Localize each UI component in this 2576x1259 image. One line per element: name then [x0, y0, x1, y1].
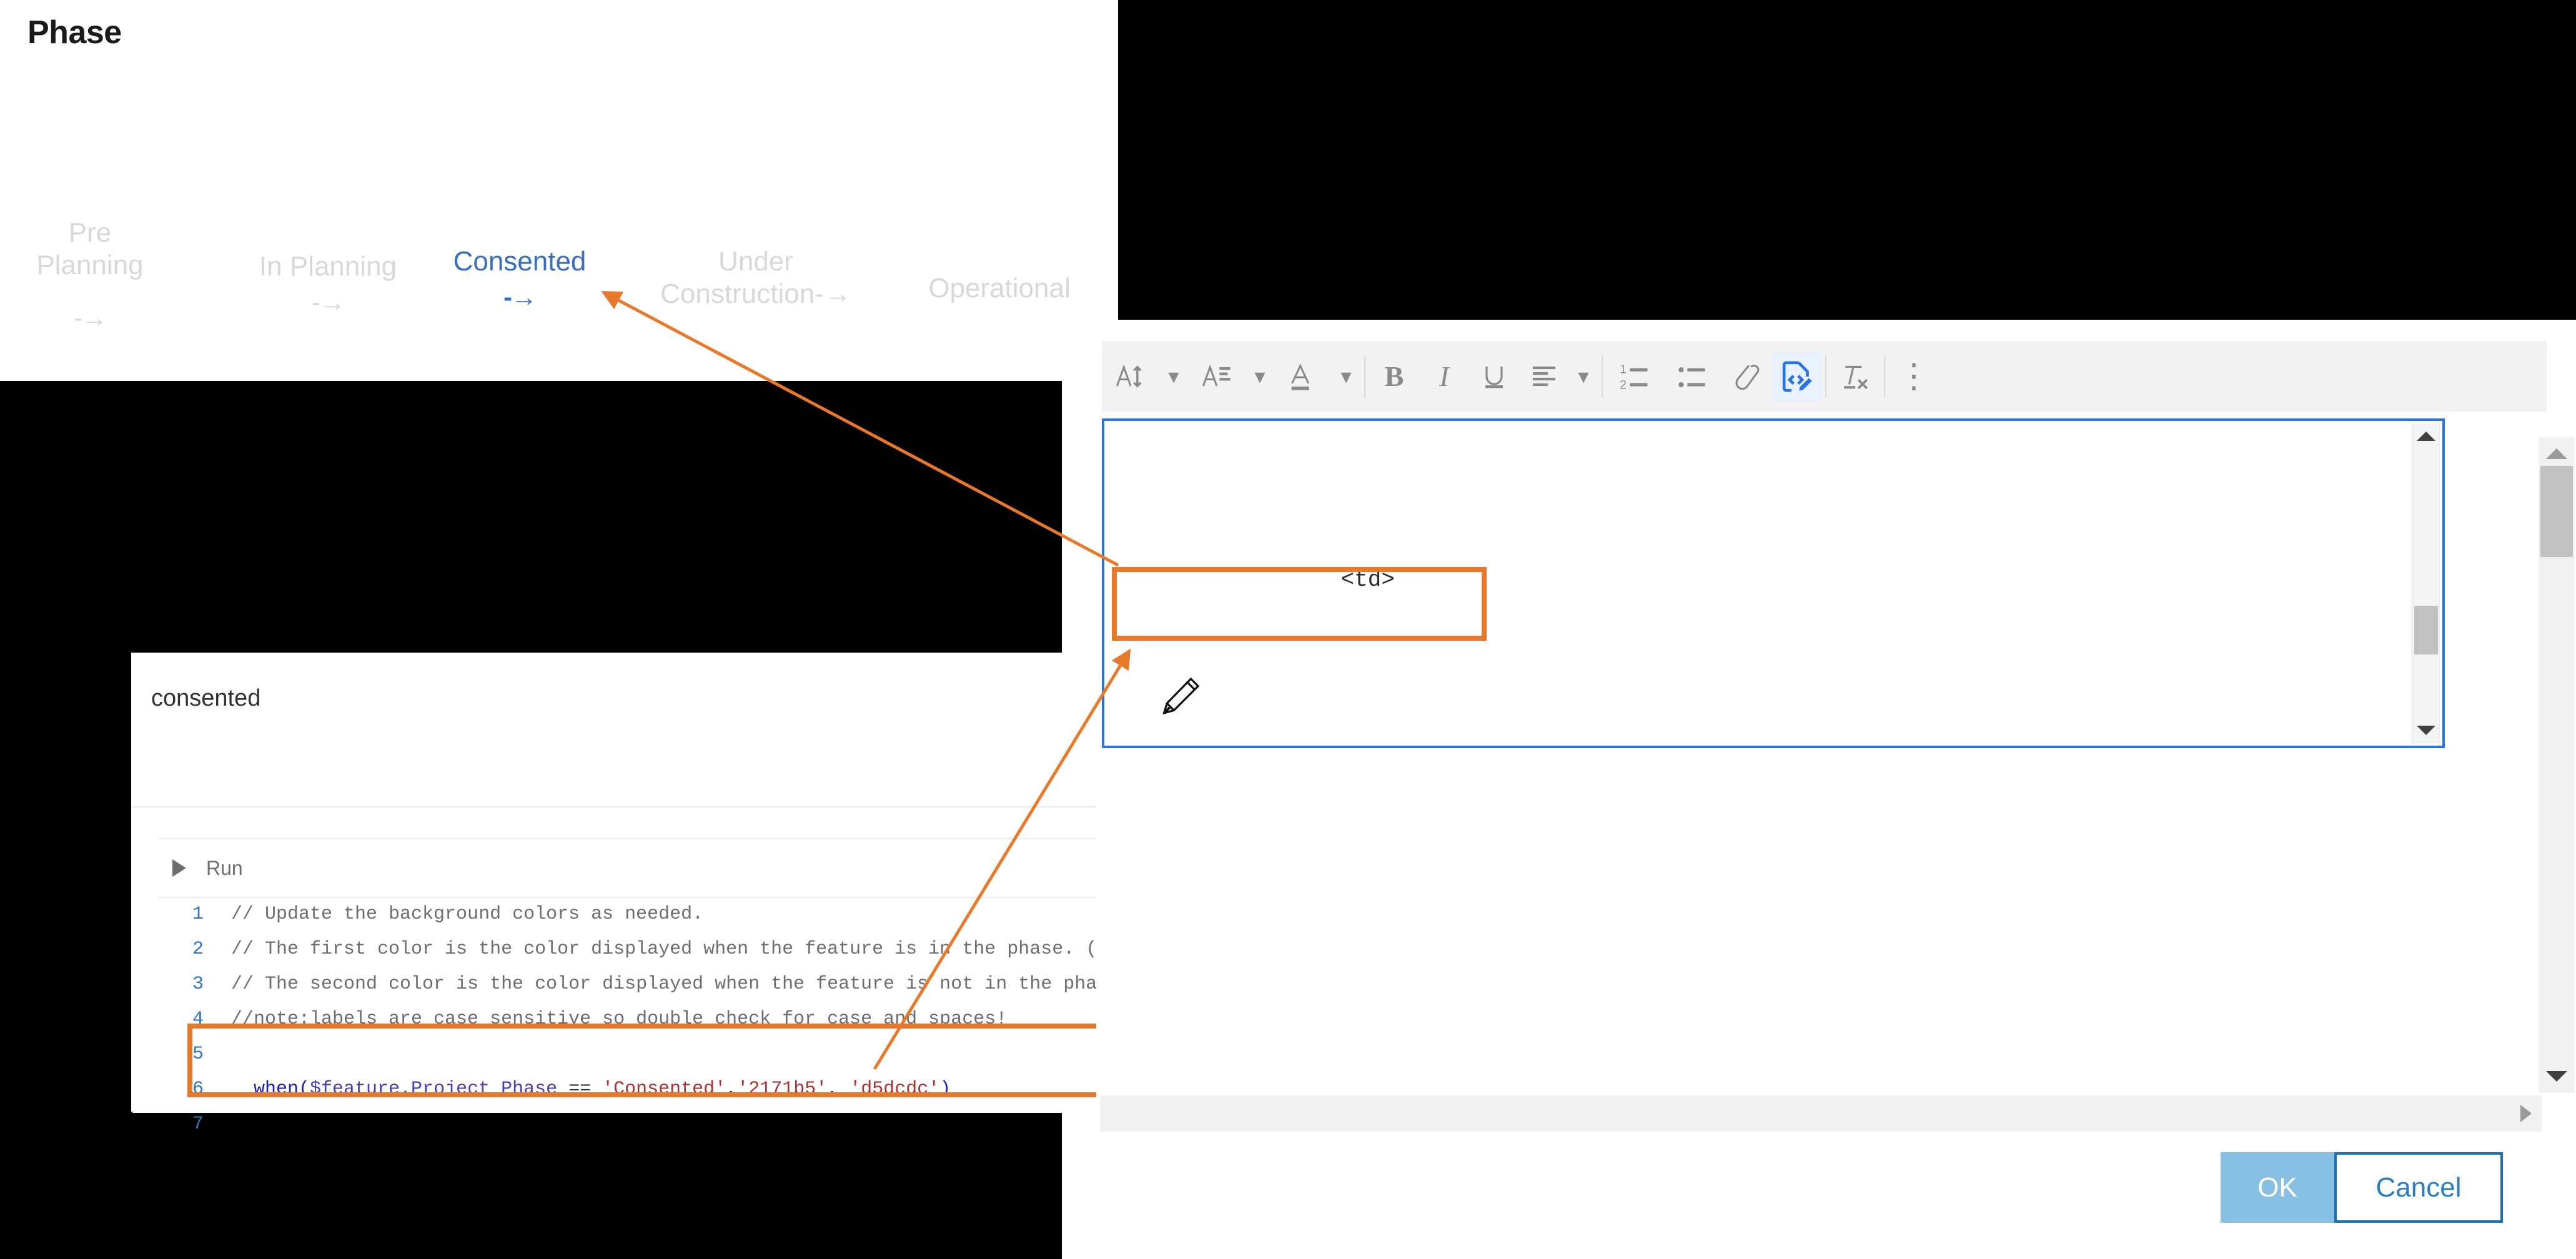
- scrollbar-thumb[interactable]: [2540, 466, 2573, 557]
- toolbar-divider: [1602, 355, 1603, 397]
- token-property: $feature.Project_Phase: [310, 1079, 558, 1100]
- scroll-down-arrow-icon[interactable]: [2546, 1071, 2567, 1082]
- token-comma-1: ,: [726, 1079, 738, 1100]
- ok-button[interactable]: OK: [2221, 1152, 2334, 1223]
- svg-text:1: 1: [1620, 362, 1627, 376]
- scrollbar-thumb[interactable]: [2414, 606, 2438, 654]
- chevron-down-icon[interactable]: ▾: [1159, 352, 1188, 402]
- code-text: //note:labels are case sensitive so doub…: [231, 1009, 1008, 1030]
- toolbar-group-more: ⋮: [1889, 341, 1939, 412]
- phase-item-operational[interactable]: Operational: [899, 240, 1099, 305]
- toolbar-group-insert: 1 2: [1607, 341, 1821, 412]
- insert-link-icon[interactable]: [1721, 352, 1771, 402]
- scroll-up-arrow-icon[interactable]: [2546, 448, 2567, 459]
- run-button-label[interactable]: Run: [206, 857, 243, 880]
- phase-arrow-icon: -→: [312, 287, 345, 317]
- source-line: <span style="color:#: [1104, 733, 2442, 746]
- expression-name-label: consented: [151, 685, 261, 711]
- code-text: // The first color is the color displaye…: [231, 939, 1154, 960]
- bullet-list-icon[interactable]: [1664, 352, 1721, 402]
- token-string-1: 'Consented': [602, 1079, 726, 1100]
- rich-text-toolbar: ▾ ▾ ▾ B I ▾ 1 2 ⋮: [1102, 341, 2547, 412]
- scroll-down-arrow-icon[interactable]: [2417, 726, 2435, 735]
- code-text-tokens: when($feature.Project_Phase == 'Consente…: [231, 1072, 951, 1107]
- token-string-3: 'd5dcdc': [850, 1079, 940, 1100]
- text-color-icon[interactable]: [1274, 352, 1332, 402]
- line-number: 4: [192, 1009, 204, 1030]
- redacted-region-top-right: [1118, 0, 2576, 320]
- phase-item-pre-planning[interactable]: Pre Planning -→: [27, 185, 152, 363]
- scroll-right-arrow-icon[interactable]: [2520, 1105, 2532, 1122]
- italic-icon[interactable]: I: [1419, 352, 1469, 402]
- phase-tracker-panel: Phase Pre Planning -→ In Planning -→ Con…: [0, 0, 1118, 382]
- view-source-icon[interactable]: [1771, 351, 1821, 402]
- token-close-paren: ): [939, 1079, 951, 1100]
- html-source-content: <td> <span style="color:# {expression/ex…: [1104, 427, 2442, 746]
- pencil-cursor-icon: [1162, 677, 1200, 715]
- source-line: <td>: [1340, 567, 1395, 593]
- phase-label: Under Construction-→: [660, 246, 851, 309]
- line-number: 2: [192, 939, 204, 960]
- html-source-textarea[interactable]: <td> <span style="color:# {expression/ex…: [1102, 418, 2445, 748]
- toolbar-divider: [1884, 355, 1885, 397]
- source-vertical-scrollbar[interactable]: [2412, 423, 2440, 743]
- token-string-2: '2171b5': [737, 1079, 828, 1100]
- token-keyword: when(: [254, 1079, 310, 1100]
- align-icon[interactable]: [1519, 352, 1569, 402]
- chevron-down-icon[interactable]: ▾: [1569, 352, 1598, 402]
- chevron-down-icon[interactable]: ▾: [1332, 352, 1360, 402]
- chevron-down-icon[interactable]: ▾: [1246, 352, 1274, 402]
- clear-format-icon[interactable]: [1830, 352, 1880, 402]
- underline-icon[interactable]: [1469, 352, 1519, 402]
- cancel-button[interactable]: Cancel: [2334, 1152, 2503, 1223]
- code-text: // Update the background colors as neede…: [231, 904, 704, 925]
- line-number: 1: [192, 904, 204, 925]
- numbered-list-icon[interactable]: 1 2: [1607, 352, 1664, 402]
- toolbar-group-clear: [1830, 341, 1880, 412]
- phase-item-under-construction[interactable]: Under Construction-→: [637, 214, 874, 310]
- token-comma-2: ,: [827, 1079, 850, 1100]
- run-play-icon[interactable]: [172, 859, 186, 877]
- svg-text:2: 2: [1620, 378, 1627, 392]
- phase-label: Operational: [928, 273, 1071, 304]
- toolbar-divider: [1825, 355, 1826, 397]
- font-family-icon[interactable]: [1188, 352, 1246, 402]
- phase-arrow-icon: -→: [74, 303, 107, 333]
- bold-icon[interactable]: B: [1369, 352, 1419, 402]
- token-operator: ==: [557, 1079, 603, 1100]
- phase-label: Consented: [453, 246, 587, 277]
- line-number: 6: [192, 1079, 204, 1100]
- toolbar-divider: [1364, 355, 1365, 397]
- phase-label: Pre Planning: [36, 217, 144, 280]
- scrollbar-thumb[interactable]: [1100, 1095, 2074, 1132]
- toolbar-group-text: ▾ ▾ ▾: [1102, 341, 1360, 412]
- line-number: 5: [192, 1044, 204, 1065]
- phase-item-in-planning[interactable]: In Planning -→: [240, 219, 415, 347]
- toolbar-group-format: B I ▾: [1369, 341, 1598, 412]
- phase-label: In Planning: [259, 251, 397, 282]
- font-size-icon[interactable]: [1102, 352, 1159, 402]
- page-title: Phase: [27, 14, 122, 51]
- dialog-footer: OK Cancel: [2221, 1152, 2503, 1223]
- source-horizontal-scrollbar[interactable]: [1100, 1095, 2542, 1132]
- more-options-icon[interactable]: ⋮: [1889, 352, 1939, 402]
- dialog-vertical-scrollbar[interactable]: [2539, 437, 2575, 1093]
- phase-item-consented[interactable]: Consented -→: [432, 214, 607, 342]
- phase-arrow-icon: -→: [503, 282, 537, 312]
- line-number: 7: [192, 1113, 204, 1135]
- line-number: 3: [192, 974, 204, 995]
- scroll-up-arrow-icon[interactable]: [2417, 432, 2435, 441]
- redacted-region-left-middle: [0, 381, 1062, 656]
